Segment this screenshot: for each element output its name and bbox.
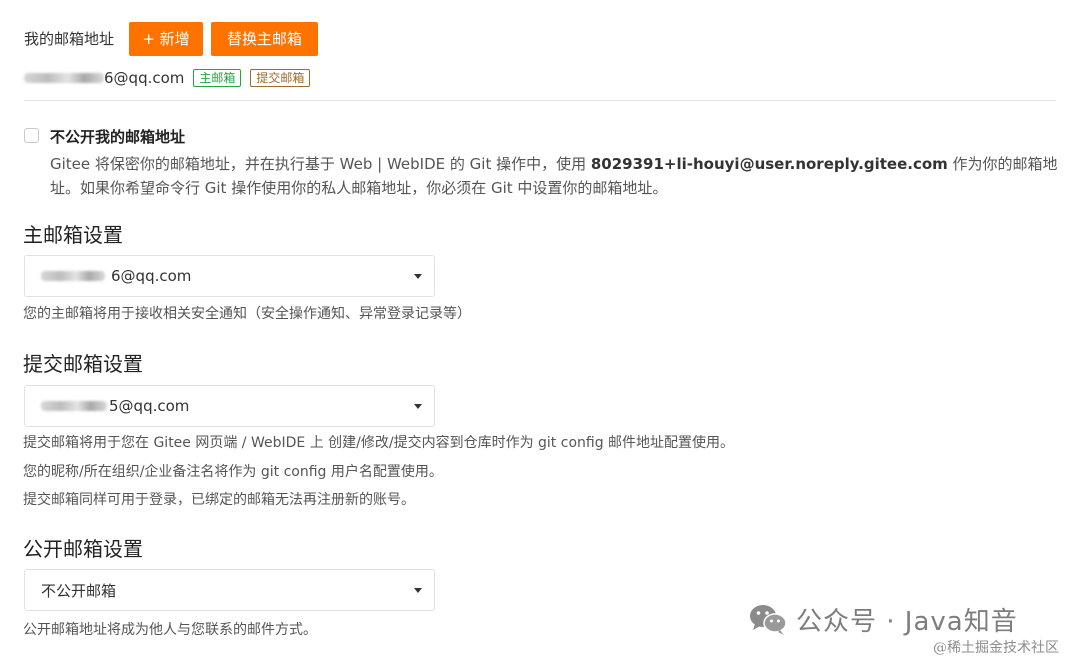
wechat-watermark-text: 公众号 · Java知音 — [796, 606, 1018, 637]
primary-email-settings-title: 主邮箱设置 — [23, 223, 123, 247]
replace-primary-email-button[interactable]: 替换主邮箱 — [211, 22, 318, 56]
privacy-desc-prefix: Gitee 将保密你的邮箱地址，并在执行基于 Web | WebIDE 的 Gi… — [50, 155, 591, 173]
public-email-settings-title: 公开邮箱设置 — [23, 537, 143, 561]
chevron-down-icon — [414, 588, 422, 593]
chevron-down-icon — [414, 274, 422, 279]
redacted-email-prefix — [41, 271, 105, 281]
chevron-down-icon — [414, 404, 422, 409]
commit-email-settings-title: 提交邮箱设置 — [23, 352, 143, 376]
public-email-select-value: 不公开邮箱 — [41, 581, 117, 600]
redacted-email-prefix — [24, 73, 104, 83]
primary-email-help: 您的主邮箱将用于接收相关安全通知（安全操作通知、异常登录记录等） — [23, 306, 471, 322]
primary-email-select-value: 6@qq.com — [111, 267, 192, 285]
commit-email-help-line: 您的昵称/所在组织/企业备注名将作为 git config 用户名配置使用。 — [23, 464, 443, 480]
commit-email-select[interactable]: 5@qq.com — [24, 385, 435, 427]
commit-email-badge: 提交邮箱 — [250, 69, 311, 87]
wechat-watermark: 公众号 · Java知音 — [748, 602, 1018, 637]
wechat-icon — [750, 605, 787, 635]
add-email-button[interactable]: + 新增 — [129, 22, 203, 56]
commit-email-select-value: 5@qq.com — [109, 397, 190, 415]
my-emails-label: 我的邮箱地址 — [24, 30, 115, 48]
email-list-item: 6@qq.com 主邮箱 提交邮箱 — [24, 67, 311, 89]
hide-email-checkbox-label[interactable]: 不公开我的邮箱地址 — [50, 127, 185, 147]
public-email-help: 公开邮箱地址将成为他人与您联系的邮件方式。 — [23, 622, 317, 638]
privacy-description: Gitee 将保密你的邮箱地址，并在执行基于 Web | WebIDE 的 Gi… — [50, 152, 1060, 200]
email-address-suffix: 6@qq.com — [104, 69, 185, 87]
divider — [24, 100, 1056, 101]
juejin-watermark: @稀土掘金技术社区 — [933, 640, 1059, 656]
public-email-select[interactable]: 不公开邮箱 — [24, 569, 435, 611]
noreply-email: 8029391+li-houyi@user.noreply.gitee.com — [590, 155, 948, 173]
commit-email-help-line: 提交邮箱同样可用于登录，已绑定的邮箱无法再注册新的账号。 — [23, 492, 415, 508]
primary-email-select[interactable]: 6@qq.com — [24, 255, 435, 297]
primary-email-badge: 主邮箱 — [193, 69, 242, 87]
redacted-email-prefix — [41, 401, 107, 411]
commit-email-help-line: 提交邮箱将用于您在 Gitee 网页端 / WebIDE 上 创建/修改/提交内… — [23, 435, 735, 451]
hide-email-checkbox[interactable] — [24, 128, 39, 143]
